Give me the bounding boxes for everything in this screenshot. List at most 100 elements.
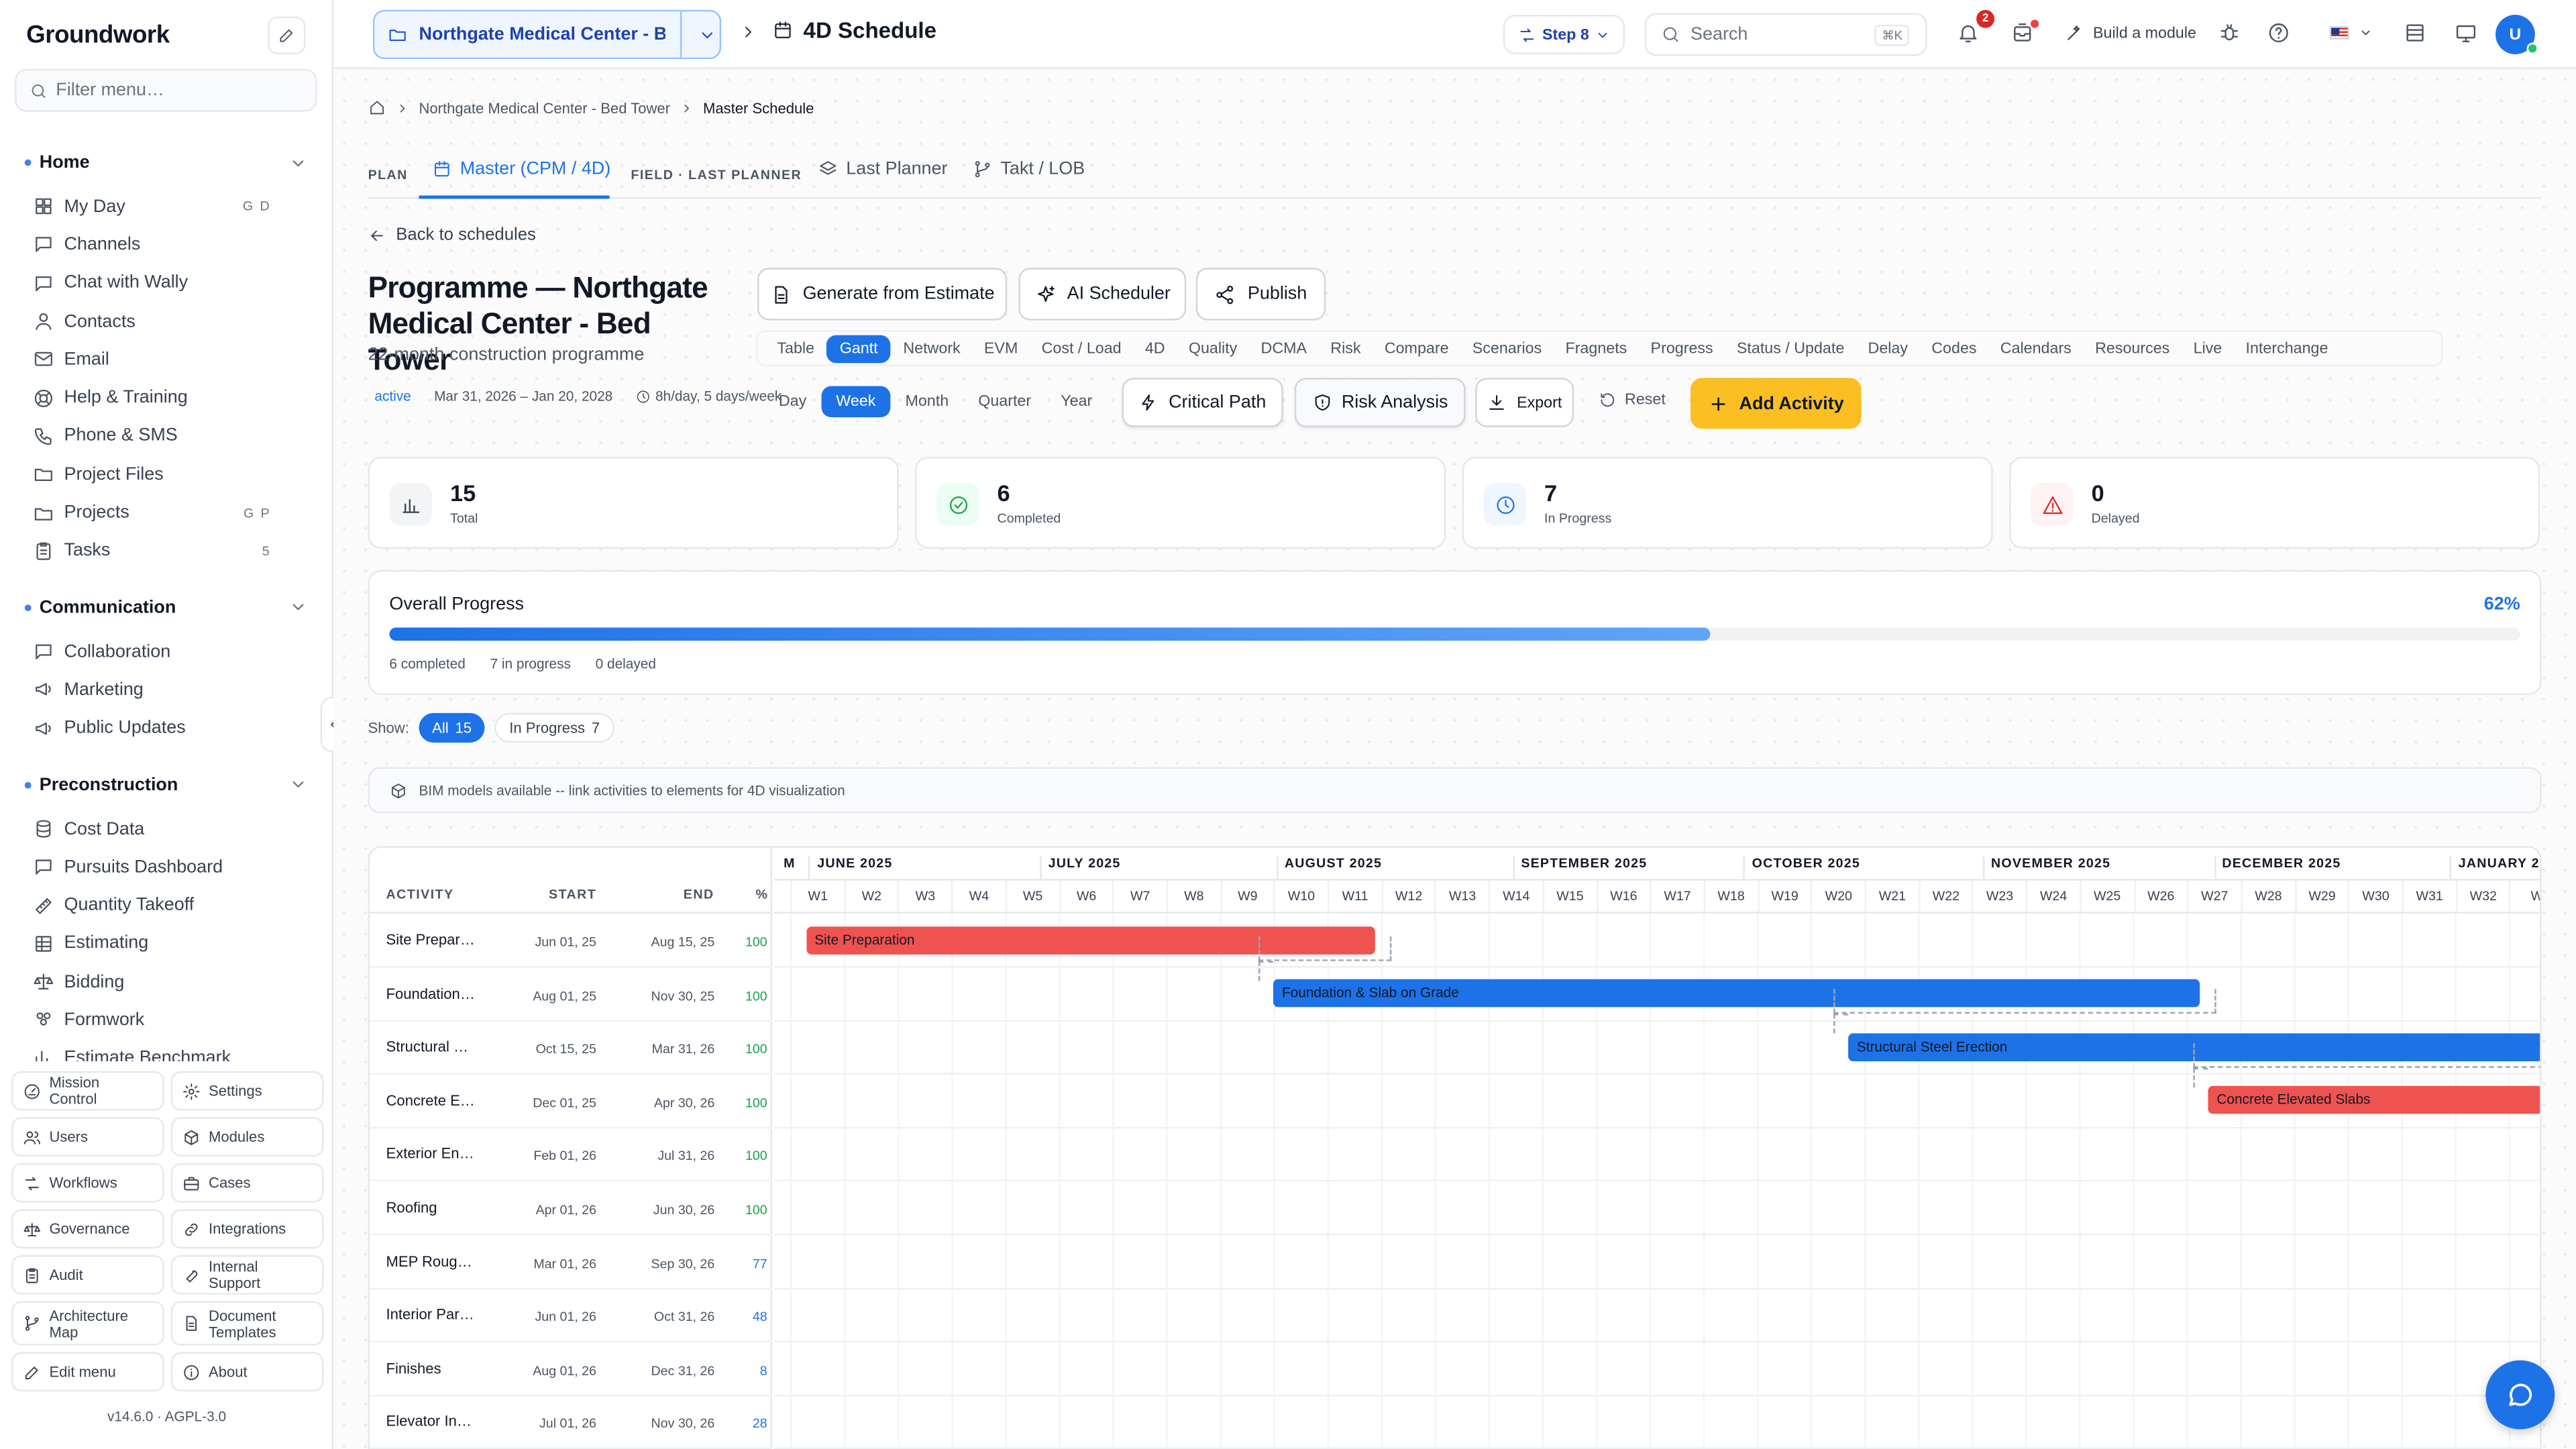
view-tab-status-update[interactable]: Status / Update — [1725, 334, 1856, 362]
sidebar-item-chat-with-wally[interactable]: Chat with Wally — [0, 264, 333, 302]
quick-modules-button[interactable]: Modules — [170, 1117, 324, 1157]
risk-analysis-button[interactable]: Risk Analysis — [1294, 378, 1466, 427]
sidebar-item-projects[interactable]: Projects G P — [0, 494, 333, 532]
view-tab-table[interactable]: Table — [765, 334, 826, 362]
kpi-card-total[interactable]: 15 Total — [368, 456, 899, 549]
back-to-schedules-link[interactable]: Back to schedules — [368, 225, 536, 245]
app-logo[interactable]: Groundwork — [26, 21, 170, 50]
quick-mission-control-button[interactable]: Mission Control — [11, 1071, 164, 1111]
project-selector[interactable]: Northgate Medical Center - Bed Tower — [372, 9, 722, 60]
quick-workflows-button[interactable]: Workflows — [11, 1163, 164, 1203]
view-tab-cost-load[interactable]: Cost / Load — [1030, 334, 1132, 362]
sidebar-item-pursuits-dashboard[interactable]: Pursuits Dashboard — [0, 848, 333, 886]
tab-takt[interactable]: Takt / LOB — [973, 160, 1085, 179]
sidebar-item-channels[interactable]: Channels — [0, 225, 333, 264]
bug-icon[interactable] — [2218, 21, 2241, 44]
breadcrumb-project[interactable]: Northgate Medical Center - Bed Tower — [419, 99, 670, 115]
bell-icon[interactable] — [1957, 21, 1980, 44]
sidebar-item-tasks[interactable]: Tasks 5 — [0, 532, 333, 570]
filter-chip-all[interactable]: All 15 — [419, 712, 485, 743]
table-row[interactable]: Concrete Elevated Slabs Dec 01, 25 Apr 30,… — [370, 1074, 773, 1128]
search-input[interactable] — [1690, 24, 1872, 45]
view-tab-fragnets[interactable]: Fragnets — [1554, 334, 1638, 362]
quick-governance-button[interactable]: Governance — [11, 1209, 164, 1249]
kpi-card-in-progress[interactable]: 7 In Progress — [1462, 456, 1993, 549]
chevron-down-icon[interactable] — [2359, 26, 2373, 40]
table-row[interactable]: MEP Rough-In Mar 01, 26 Sep 30, 26 77 — [370, 1235, 773, 1289]
timescale-quarter[interactable]: Quarter — [963, 385, 1046, 417]
sidebar-item-public-updates[interactable]: Public Updates — [0, 709, 333, 747]
filter-menu-input[interactable] — [56, 80, 303, 101]
step-selector[interactable]: Step 8 — [1503, 15, 1625, 54]
table-row[interactable]: Finishes Aug 01, 26 Dec 31, 26 8 — [370, 1342, 773, 1397]
publish-button[interactable]: Publish — [1195, 268, 1326, 321]
col-activity[interactable]: ACTIVITY — [386, 887, 454, 902]
timescale-month[interactable]: Month — [890, 385, 963, 417]
us-flag-icon[interactable] — [2329, 26, 2350, 40]
build-module-button[interactable]: Build a module — [2065, 23, 2196, 42]
filter-menu-field[interactable] — [15, 68, 317, 112]
table-row[interactable]: Structural Steel Erection Oct 15, 25 Mar 3… — [370, 1020, 773, 1075]
monitor-icon[interactable] — [2455, 21, 2477, 44]
quick-cases-button[interactable]: Cases — [170, 1163, 324, 1203]
list-icon[interactable] — [2404, 21, 2426, 44]
sidebar-item-collaboration[interactable]: Collaboration — [0, 633, 333, 671]
table-row[interactable]: Foundation & Slab on Grade Aug 01, 25 Nov … — [370, 967, 773, 1022]
reset-button[interactable]: Reset — [1599, 391, 1666, 409]
view-tab-live[interactable]: Live — [2182, 334, 2233, 362]
critical-path-button[interactable]: Critical Path — [1122, 378, 1283, 427]
table-row[interactable]: Roofing Apr 01, 26 Jun 30, 26 100 — [370, 1181, 773, 1236]
table-row[interactable]: Site Preparation Jun 01, 25 Aug 15, 25 100 — [370, 914, 773, 968]
add-activity-button[interactable]: Add Activity — [1690, 378, 1862, 429]
sidebar-item-phone-sms[interactable]: Phone & SMS — [0, 417, 333, 455]
sidebar-item-estimating[interactable]: Estimating — [0, 924, 333, 963]
sidebar-item-bidding[interactable]: Bidding — [0, 963, 333, 1001]
view-tab-progress[interactable]: Progress — [1639, 334, 1724, 362]
timescale-day[interactable]: Day — [764, 385, 821, 417]
view-tab-quality[interactable]: Quality — [1177, 334, 1249, 362]
kpi-card-delayed[interactable]: 0 Delayed — [2009, 456, 2540, 549]
gantt-bar[interactable]: Concrete Elevated Slabs — [2208, 1086, 2540, 1115]
view-tab-dcma[interactable]: DCMA — [1249, 334, 1318, 362]
view-tab-delay[interactable]: Delay — [1856, 334, 1919, 362]
sidebar-item-estimate-benchmark[interactable]: Estimate Benchmark — [0, 1039, 333, 1062]
chat-support-button[interactable] — [2485, 1360, 2555, 1430]
view-tab-interchange[interactable]: Interchange — [2234, 334, 2339, 362]
sidebar-section-preconstruction[interactable]: Preconstruction — [0, 767, 333, 803]
sidebar-section-home[interactable]: Home — [0, 145, 333, 181]
tab-master[interactable]: Master (CPM / 4D) — [432, 160, 610, 179]
view-tab-resources[interactable]: Resources — [2084, 334, 2182, 362]
sidebar-item-my-day[interactable]: My Day G D — [0, 187, 333, 225]
view-tab-gantt[interactable]: Gantt — [826, 334, 892, 363]
quick-settings-button[interactable]: Settings — [170, 1071, 324, 1111]
quick-document-templates-button[interactable]: Document Templates — [170, 1301, 324, 1346]
sidebar-item-formwork[interactable]: Formwork — [0, 1001, 333, 1039]
quick-edit-menu-button[interactable]: Edit menu — [11, 1352, 164, 1392]
view-tab-calendars[interactable]: Calendars — [1989, 334, 2083, 362]
view-tab-evm[interactable]: EVM — [973, 334, 1030, 362]
view-tab-network[interactable]: Network — [892, 334, 972, 362]
sidebar-section-communication[interactable]: Communication — [0, 590, 333, 626]
col-start[interactable]: START — [549, 887, 596, 902]
view-tab-risk[interactable]: Risk — [1319, 334, 1373, 362]
sidebar-item-cost-data[interactable]: Cost Data — [0, 810, 333, 848]
table-row[interactable]: Exterior Envelope Feb 01, 26 Jul 31, 26 100 — [370, 1128, 773, 1182]
sidebar-item-contacts[interactable]: Contacts — [0, 302, 333, 340]
help-icon[interactable] — [2267, 21, 2290, 44]
view-tab-codes[interactable]: Codes — [1920, 334, 1988, 362]
col-end[interactable]: END — [684, 887, 714, 902]
home-icon[interactable] — [368, 99, 386, 117]
ai-scheduler-button[interactable]: AI Scheduler — [1018, 268, 1187, 321]
project-dropdown-button[interactable] — [680, 11, 720, 58]
sidebar-item-marketing[interactable]: Marketing — [0, 671, 333, 709]
quick-integrations-button[interactable]: Integrations — [170, 1209, 324, 1249]
sidebar-item-project-files[interactable]: Project Files — [0, 455, 333, 494]
table-row[interactable]: Elevator Installation Jul 01, 26 Nov 30, 2… — [370, 1395, 773, 1449]
tab-last-planner[interactable]: Last Planner — [818, 160, 947, 179]
edit-menu-button[interactable] — [268, 16, 306, 54]
sidebar-item-help-training[interactable]: Help & Training — [0, 378, 333, 417]
sidebar-item-email[interactable]: Email — [0, 340, 333, 378]
global-search[interactable]: ⌘K — [1644, 13, 1927, 56]
sidebar-item-quantity-takeoff[interactable]: Quantity Takeoff — [0, 886, 333, 924]
quick-internal-support-button[interactable]: Internal Support — [170, 1255, 324, 1295]
